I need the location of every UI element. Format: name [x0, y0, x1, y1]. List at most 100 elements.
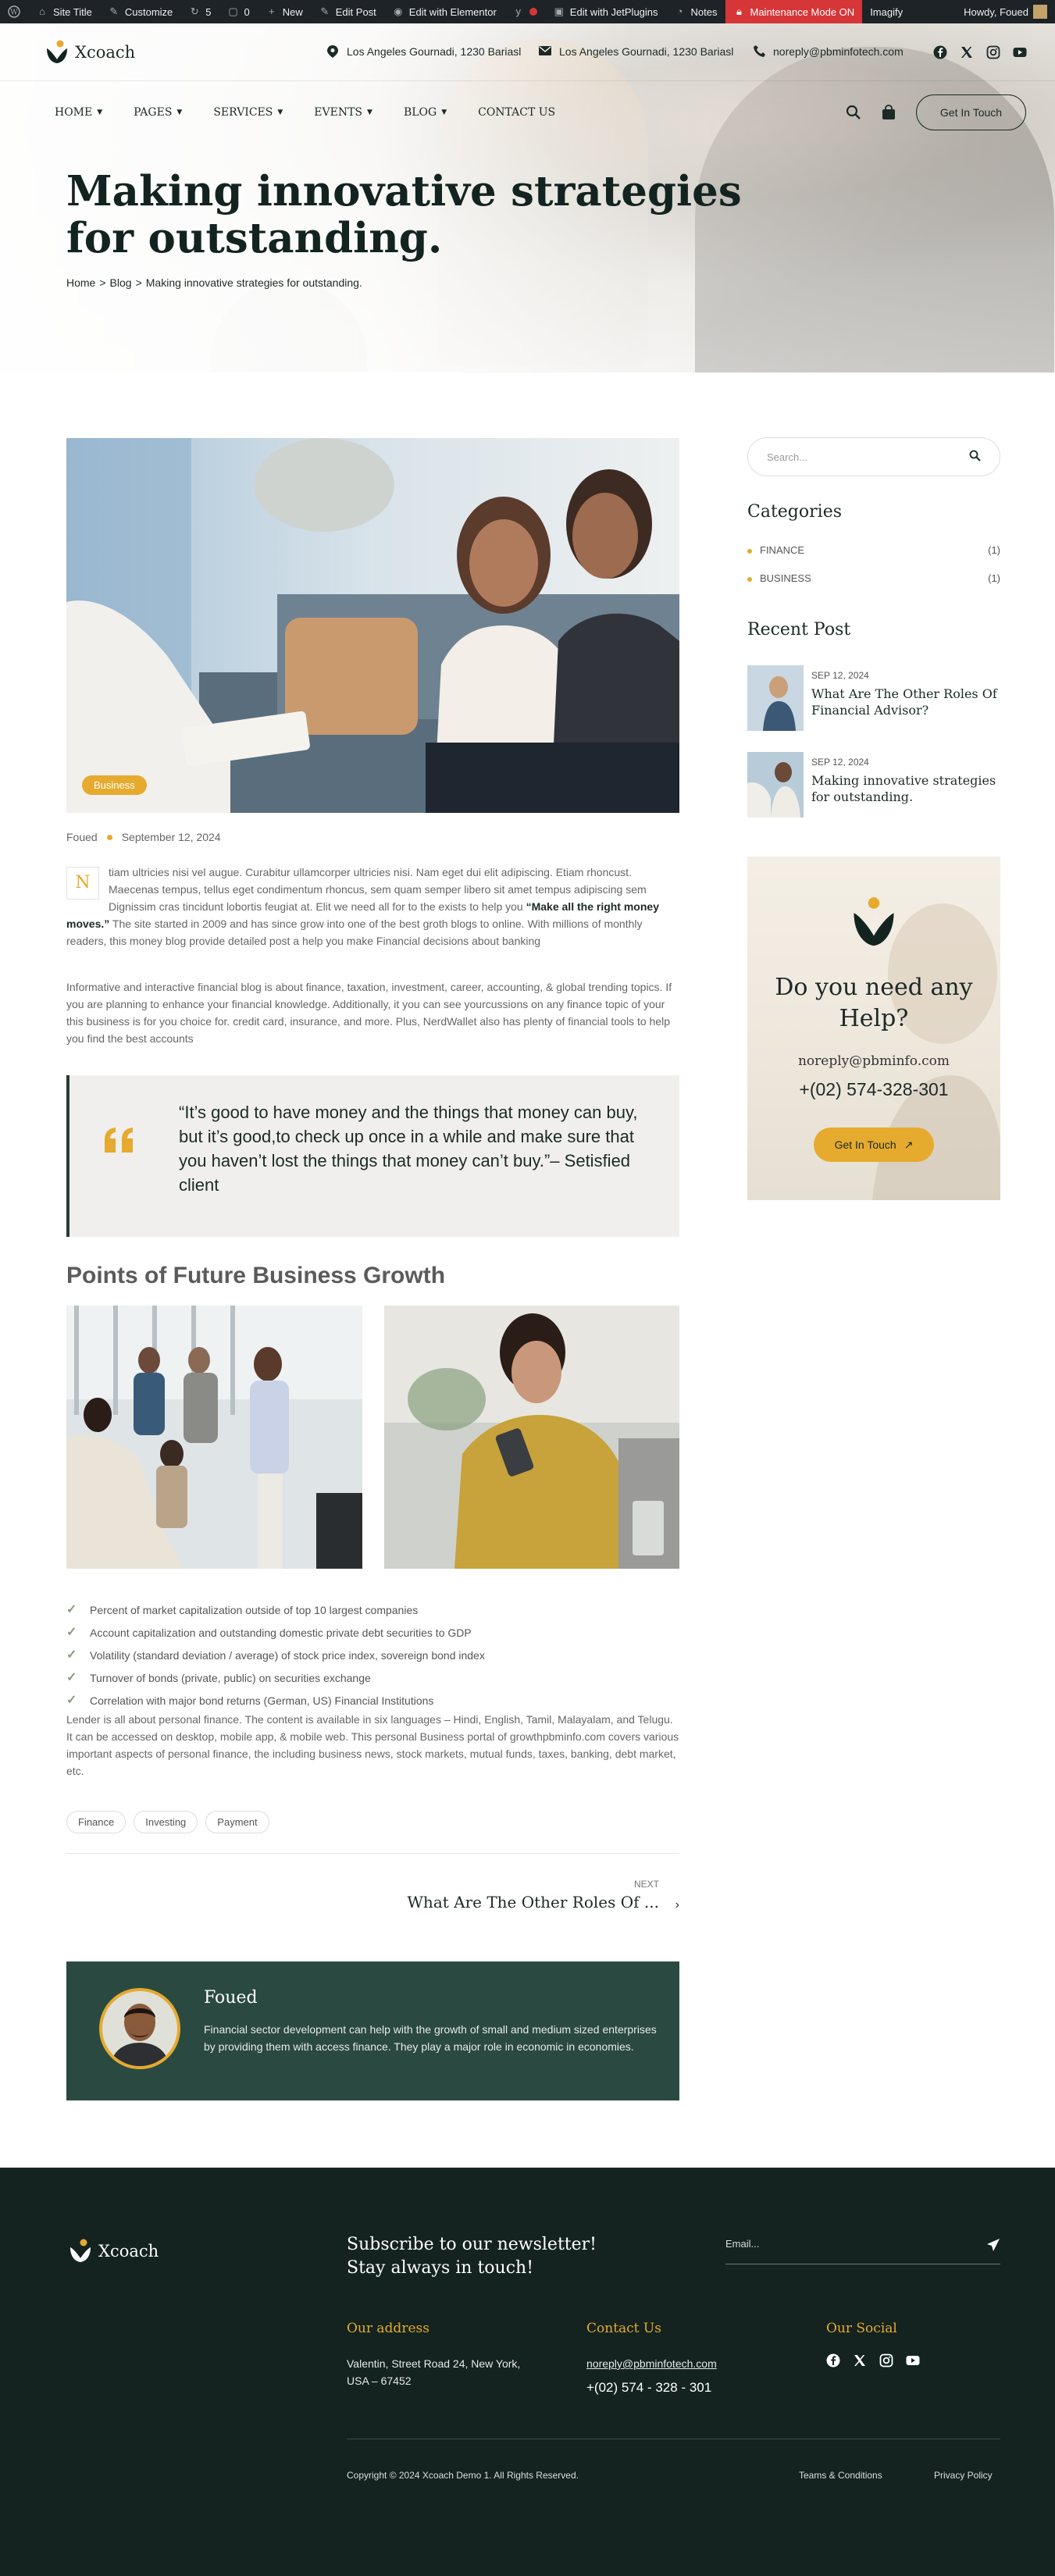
comment-icon: ▢ — [228, 5, 238, 17]
header-email[interactable]: noreply@pbminfotech.com — [753, 45, 904, 58]
breadcrumb-blog-link[interactable]: Blog — [110, 276, 132, 289]
send-icon[interactable] — [986, 2238, 1000, 2256]
wordpress-logo-button[interactable]: W — [0, 0, 28, 23]
search-icon[interactable] — [969, 450, 981, 464]
instagram-icon[interactable] — [879, 2353, 893, 2368]
section-heading: Points of Future Business Growth — [66, 1263, 446, 1288]
newsletter-email-input[interactable]: Email... — [725, 2238, 759, 2250]
map-pin-icon — [326, 45, 339, 58]
customize-link[interactable]: ✎ Customize — [100, 0, 180, 23]
post-author[interactable]: Foued — [66, 831, 98, 843]
site-logo[interactable]: Xcoach — [44, 39, 135, 66]
footer-email[interactable]: noreply@pbminfotech.com — [586, 2355, 717, 2372]
check-icon: ✓ — [66, 1670, 77, 1684]
check-icon: ✓ — [66, 1648, 77, 1662]
recent-post-title[interactable]: Making innovative strategies for outstan… — [811, 772, 1000, 805]
recent-post-item[interactable]: SEP 12, 2024 Making innovative strategie… — [747, 752, 1000, 818]
sidebar-search[interactable]: Search... — [747, 437, 1000, 476]
facebook-icon[interactable] — [826, 2353, 840, 2368]
recent-post-item[interactable]: SEP 12, 2024 What Are The Other Roles Of… — [747, 665, 1000, 731]
header-get-in-touch-button[interactable]: Get In Touch — [916, 94, 1026, 130]
header-address-2: Los Angeles Gournadi, 1230 Bariasl — [539, 45, 733, 58]
bullet-list: ✓ Percent of market capitalization outsid… — [66, 1598, 485, 1712]
wordpress-icon: W — [8, 5, 20, 18]
footer-logo[interactable]: Xcoach — [67, 2238, 159, 2264]
instagram-icon[interactable] — [986, 45, 1000, 59]
recent-post-title[interactable]: What Are The Other Roles Of Financial Ad… — [811, 686, 1000, 718]
header-social-links — [933, 45, 1027, 59]
maintenance-mode-link[interactable]: 🔒︎ Maintenance Mode ON — [725, 0, 863, 23]
breadcrumb-home-link[interactable]: Home — [66, 276, 95, 289]
header-top-bar: Xcoach Los Angeles Gournadi, 1230 Barias… — [0, 23, 1055, 81]
nav-item-events[interactable]: EVENTS ▼ — [314, 106, 372, 119]
category-item-finance[interactable]: FINANCE (1) — [747, 544, 1000, 556]
logo-icon — [67, 2238, 94, 2264]
wp-admin-bar: W ⌂ Site Title ✎ Customize ↻ 5 ▢ 0 + New ✎ Edi… — [0, 0, 1055, 23]
comments-link[interactable]: ▢ 0 — [219, 0, 258, 23]
edit-elementor-link[interactable]: ◉ Edit with Elementor — [384, 0, 504, 23]
site-footer: Xcoach Subscribe to our newsletter! Stay… — [0, 2168, 1055, 2576]
yoast-link[interactable]: y — [504, 0, 545, 23]
terms-link[interactable]: Teams & Conditions — [799, 2470, 882, 2481]
bullet-dot — [747, 549, 752, 554]
help-get-in-touch-button[interactable]: Get In Touch ↗ — [814, 1128, 934, 1162]
check-icon: ✓ — [66, 1693, 77, 1707]
search-input[interactable]: Search... — [767, 451, 807, 463]
help-email[interactable]: noreply@pbminfo.com — [747, 1053, 1000, 1069]
footer-phone[interactable]: +(02) 574 - 328 - 301 — [586, 2380, 711, 2396]
nav-item-home[interactable]: HOME ▼ — [55, 106, 102, 119]
edit-jetplugins-link[interactable]: ▣ Edit with JetPlugins — [545, 0, 666, 23]
new-content-link[interactable]: + New — [258, 0, 311, 23]
tag-finance[interactable]: Finance — [66, 1811, 127, 1833]
author-avatar — [99, 1988, 180, 2069]
x-twitter-icon[interactable] — [853, 2353, 867, 2368]
post-paragraph-3: Lender is all about personal finance. Th… — [66, 1713, 679, 1777]
footer-social-links — [826, 2353, 920, 2368]
post-tags: Finance Investing Payment — [66, 1811, 277, 1833]
facebook-icon[interactable] — [933, 45, 947, 59]
nav-item-pages[interactable]: PAGES ▼ — [134, 106, 182, 119]
header-address-1: Los Angeles Gournadi, 1230 Bariasl — [326, 45, 521, 58]
jet-icon: ▣ — [554, 5, 564, 17]
updates-link[interactable]: ↻ 5 — [180, 0, 219, 23]
nav-item-contact[interactable]: CONTACT US — [478, 106, 555, 119]
help-title: Do you need any Help? — [775, 974, 973, 1032]
tag-payment[interactable]: Payment — [205, 1811, 269, 1833]
x-twitter-icon[interactable] — [960, 45, 974, 59]
chevron-right-icon: › — [675, 1898, 679, 1912]
author-name: Foued — [204, 1988, 258, 2008]
footer-address: Valentin, Street Road 24, New York, USA … — [347, 2357, 521, 2387]
breadcrumb-separator: > — [99, 276, 106, 289]
page-title: Making innovative strategies for outstan… — [66, 167, 742, 262]
imagify-link[interactable]: Imagify — [862, 0, 911, 23]
blockquote: “It’s good to have money and the things … — [66, 1075, 679, 1237]
list-item: ✓ Correlation with major bond returns (Ge… — [66, 1693, 434, 1707]
my-account-link[interactable]: Howdy, Foued — [956, 0, 1055, 23]
nav-item-services[interactable]: SERVICES ▼ — [213, 106, 283, 119]
list-item: ✓ Account capitalization and outstanding … — [66, 1625, 472, 1639]
author-box: Foued Financial sector development can h… — [66, 1961, 679, 2100]
shopping-bag-icon[interactable] — [882, 105, 896, 120]
notes-link[interactable]: ◔ Notes — [666, 0, 725, 23]
chevron-down-icon: ▼ — [277, 109, 283, 116]
privacy-link[interactable]: Privacy Policy — [934, 2470, 993, 2481]
recent-post-heading: Recent Post — [747, 620, 851, 640]
next-post-link[interactable]: NEXT What Are The Other Roles Of ... › — [367, 1879, 679, 1912]
tag-investing[interactable]: Investing — [134, 1811, 198, 1833]
yoast-icon: y — [515, 5, 522, 17]
post-date: September 12, 2024 — [121, 831, 221, 843]
post-meta: Foued September 12, 2024 — [66, 831, 221, 843]
youtube-icon[interactable] — [1013, 45, 1027, 59]
search-icon[interactable] — [846, 105, 861, 120]
category-badge[interactable]: Business — [82, 775, 147, 795]
refresh-icon: ↻ — [190, 5, 199, 17]
nav-item-blog[interactable]: BLOG ▼ — [404, 106, 447, 119]
edit-post-link[interactable]: ✎ Edit Post — [311, 0, 384, 23]
help-phone[interactable]: +(02) 574-328-301 — [747, 1079, 1000, 1100]
site-title-link[interactable]: ⌂ Site Title — [28, 0, 100, 23]
category-item-business[interactable]: BUSINESS (1) — [747, 572, 1000, 584]
list-item: ✓ Turnover of bonds (private, public) on … — [66, 1670, 371, 1684]
recent-post-date: SEP 12, 2024 — [811, 757, 869, 768]
bullet-dot — [747, 577, 752, 582]
youtube-icon[interactable] — [906, 2353, 920, 2368]
